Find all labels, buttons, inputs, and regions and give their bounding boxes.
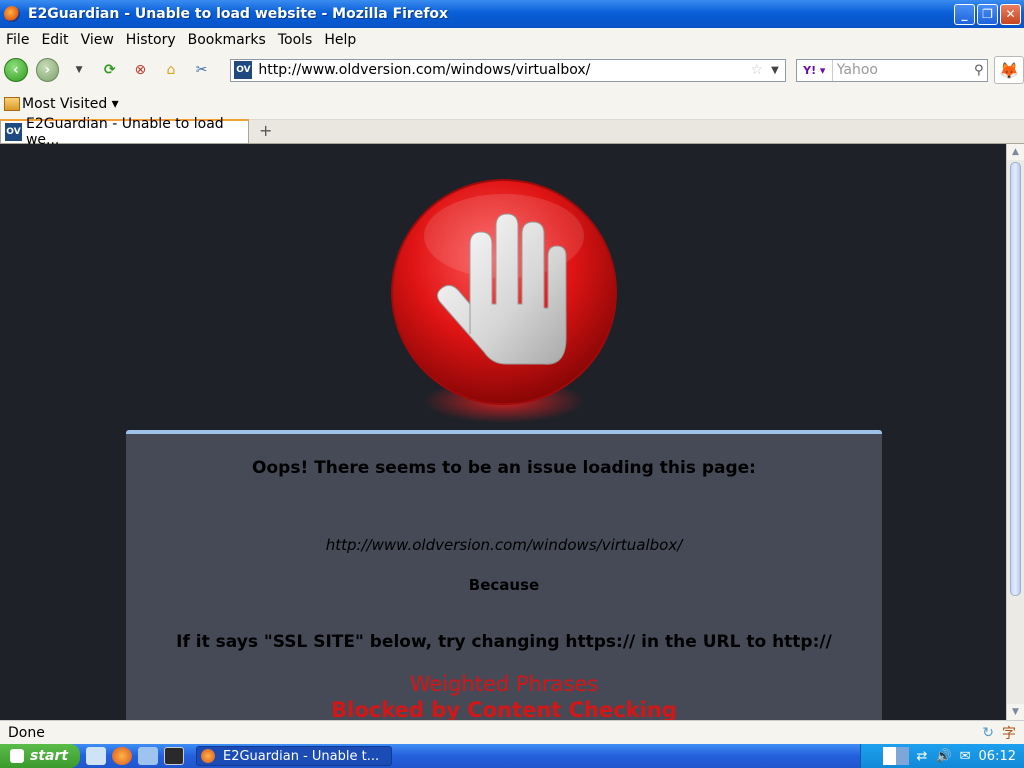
- start-button[interactable]: start: [0, 744, 80, 768]
- scissors-icon[interactable]: ✂: [191, 59, 213, 81]
- bookmark-star-icon[interactable]: ☆: [751, 62, 764, 78]
- menu-bar: File Edit View History Bookmarks Tools H…: [0, 28, 1024, 52]
- message-panel: Oops! There seems to be an issue loading…: [126, 430, 882, 720]
- block-reason-category: Weighted Phrases: [409, 672, 599, 696]
- navigation-toolbar: ‹ › ▼ ⟳ ⊗ ⌂ ✂ OV http://www.oldversion.c…: [0, 52, 1024, 88]
- network-tray-icon[interactable]: ⇄: [917, 749, 928, 764]
- block-reason-detail: Blocked by Content Checking: [331, 698, 677, 720]
- screen: E2Guardian - Unable to load website - Mo…: [0, 0, 1024, 768]
- start-flag-icon: [10, 749, 24, 763]
- search-input[interactable]: Yahoo: [833, 62, 974, 78]
- reload-icon[interactable]: ⟳: [99, 59, 121, 81]
- search-engine-icon[interactable]: Y! ▾: [797, 59, 833, 81]
- history-dropdown-icon[interactable]: ▼: [68, 59, 90, 81]
- scroll-up-icon[interactable]: ▲: [1007, 144, 1024, 160]
- network-status-icon: ↻: [982, 724, 994, 741]
- window-title: E2Guardian - Unable to load website - Mo…: [28, 6, 449, 22]
- home-icon[interactable]: ⌂: [160, 59, 182, 81]
- menu-file[interactable]: File: [0, 32, 35, 48]
- folder-icon: [4, 96, 20, 111]
- most-visited-menu[interactable]: Most Visited ▾: [22, 96, 119, 112]
- task-firefox-icon: [201, 749, 215, 763]
- quicklaunch-firefox-icon[interactable]: [112, 747, 132, 765]
- start-label: start: [30, 748, 69, 764]
- minimize-button[interactable]: _: [954, 3, 975, 25]
- menu-history[interactable]: History: [120, 32, 182, 48]
- new-tab-button[interactable]: +: [259, 121, 272, 140]
- firefox-app-icon: [4, 6, 20, 22]
- url-input[interactable]: http://www.oldversion.com/windows/virtua…: [258, 62, 750, 78]
- quicklaunch-desktop-icon[interactable]: [138, 747, 158, 765]
- site-favicon-icon: OV: [234, 61, 253, 79]
- ssl-hint: If it says "SSL SITE" below, try changin…: [176, 632, 832, 652]
- ime-icon[interactable]: 字: [1002, 723, 1016, 743]
- menu-help[interactable]: Help: [318, 32, 362, 48]
- menu-bookmarks[interactable]: Bookmarks: [182, 32, 272, 48]
- page-content: Oops! There seems to be an issue loading…: [0, 144, 1006, 720]
- volume-tray-icon[interactable]: 🔊: [935, 749, 951, 764]
- window-controls: _ ❐ ✕: [954, 3, 1021, 25]
- workspace-switcher-icon[interactable]: [882, 747, 909, 765]
- tab-e2guardian[interactable]: OV E2Guardian - Unable to load we...: [0, 116, 249, 148]
- stop-icon[interactable]: ⊗: [130, 59, 152, 81]
- task-label: E2Guardian - Unable t...: [223, 748, 380, 764]
- blocked-url: http://www.oldversion.com/windows/virtua…: [325, 536, 683, 554]
- quicklaunch-browser-icon[interactable]: [86, 747, 106, 765]
- scroll-down-icon[interactable]: ▼: [1007, 704, 1024, 720]
- taskbar-firefox-window[interactable]: E2Guardian - Unable t...: [196, 746, 392, 766]
- menu-tools[interactable]: Tools: [272, 32, 319, 48]
- status-text: Done: [8, 724, 45, 741]
- scroll-thumb[interactable]: [1010, 162, 1021, 596]
- close-button[interactable]: ✕: [1000, 3, 1021, 25]
- search-engine-label: Y!: [803, 63, 817, 77]
- window-titlebar: E2Guardian - Unable to load website - Mo…: [0, 0, 1024, 28]
- url-dropdown-icon[interactable]: ▼: [771, 65, 779, 76]
- menu-edit[interactable]: Edit: [35, 32, 74, 48]
- vertical-scrollbar[interactable]: ▲ ▼: [1006, 144, 1024, 720]
- tab-favicon-icon: OV: [5, 123, 22, 141]
- forward-button[interactable]: ›: [35, 58, 60, 82]
- taskbar: start E2Guardian - Unable t... ⇄ 🔊 ✉ 06:…: [0, 744, 1024, 768]
- because-label: Because: [468, 576, 540, 594]
- search-magnifier-icon[interactable]: ⚲: [974, 63, 984, 78]
- menu-view[interactable]: View: [75, 32, 120, 48]
- status-bar: Done ↻ 字: [0, 720, 1024, 744]
- search-box[interactable]: Y! ▾ Yahoo ⚲: [795, 58, 989, 82]
- tab-bar: OV E2Guardian - Unable to load we... +: [0, 116, 1024, 148]
- mail-tray-icon[interactable]: ✉: [960, 749, 971, 764]
- firefox-fox-icon[interactable]: 🦊: [994, 56, 1024, 84]
- back-button[interactable]: ‹: [4, 58, 28, 82]
- quicklaunch-terminal-icon[interactable]: [164, 747, 184, 765]
- url-bar[interactable]: OV http://www.oldversion.com/windows/vir…: [230, 58, 786, 82]
- error-heading: Oops! There seems to be an issue loading…: [252, 458, 756, 478]
- system-tray: ⇄ 🔊 ✉ 06:12: [860, 744, 1024, 768]
- clock: 06:12: [978, 748, 1016, 764]
- stop-hand-icon: [391, 179, 617, 423]
- maximize-button[interactable]: ❐: [977, 3, 998, 25]
